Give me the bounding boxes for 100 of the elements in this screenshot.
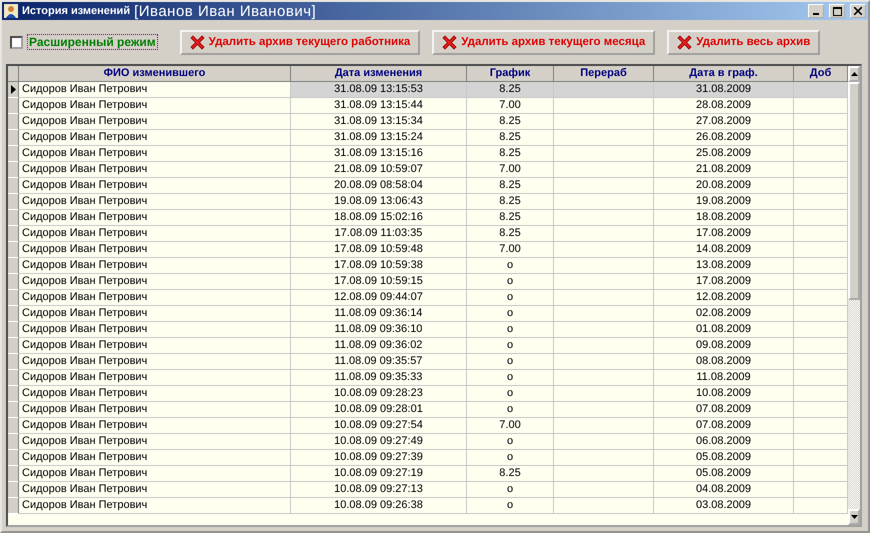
table-cell: 25.08.2009 — [654, 146, 794, 162]
table-cell: 10.08.09 09:27:54 — [291, 418, 467, 434]
table-cell: 13.08.2009 — [654, 258, 794, 274]
table-cell: 10.08.09 09:27:49 — [291, 434, 467, 450]
table-cell: 8.25 — [467, 194, 554, 210]
table-cell: Сидоров Иван Петрович — [19, 290, 291, 306]
up-arrow-icon — [850, 72, 858, 76]
table-cell: Сидоров Иван Петрович — [19, 322, 291, 338]
table-cell: o — [467, 386, 554, 402]
scroll-up-button[interactable] — [848, 66, 860, 82]
table-cell: Сидоров Иван Петрович — [19, 354, 291, 370]
column-header[interactable]: ФИО изменившего — [19, 66, 291, 82]
table-cell: 8.25 — [467, 114, 554, 130]
table-cell: 10.08.2009 — [654, 386, 794, 402]
table-cell: o — [467, 306, 554, 322]
close-button[interactable] — [850, 4, 866, 18]
scroll-down-button[interactable] — [848, 509, 860, 525]
table-cell: 8.25 — [467, 146, 554, 162]
table-cell: Сидоров Иван Петрович — [19, 242, 291, 258]
table-cell: 27.08.2009 — [654, 114, 794, 130]
employee-name: [Иванов Иван Иванович] — [134, 2, 316, 20]
column-header[interactable]: Перераб — [554, 66, 654, 82]
table-cell: 11.08.09 09:35:57 — [291, 354, 467, 370]
table-cell: 06.08.2009 — [654, 434, 794, 450]
down-arrow-icon — [850, 515, 858, 519]
table-cell: 05.08.2009 — [654, 466, 794, 482]
window-title: История изменений — [22, 5, 130, 17]
minimize-button[interactable] — [808, 4, 824, 18]
table-cell: 03.08.2009 — [654, 498, 794, 514]
table-cell: 17.08.2009 — [654, 226, 794, 242]
table-cell: o — [467, 258, 554, 274]
table-cell: 20.08.09 08:58:04 — [291, 178, 467, 194]
table-cell: Сидоров Иван Петрович — [19, 114, 291, 130]
row-indicator[interactable] — [8, 82, 19, 98]
table-cell: 11.08.09 09:36:10 — [291, 322, 467, 338]
table-cell: 31.08.09 13:15:24 — [291, 130, 467, 146]
table-cell: 8.25 — [467, 178, 554, 194]
table-cell: Сидоров Иван Петрович — [19, 450, 291, 466]
table-cell: 01.08.2009 — [654, 322, 794, 338]
column-header[interactable]: Дата изменения — [291, 66, 467, 82]
table-cell: 11.08.09 09:36:14 — [291, 306, 467, 322]
delete-icon — [442, 34, 458, 50]
column-header[interactable]: Дата в граф. — [654, 66, 794, 82]
table-cell: o — [467, 354, 554, 370]
table-cell: Сидоров Иван Петрович — [19, 482, 291, 498]
table-cell: 12.08.2009 — [654, 290, 794, 306]
column-header[interactable]: Доб — [794, 66, 848, 82]
table-cell: 11.08.09 09:36:02 — [291, 338, 467, 354]
table-cell: Сидоров Иван Петрович — [19, 146, 291, 162]
table-cell: 21.08.2009 — [654, 162, 794, 178]
table-cell: 09.08.2009 — [654, 338, 794, 354]
table-cell: 8.25 — [467, 130, 554, 146]
scroll-thumb[interactable] — [848, 82, 860, 300]
maximize-button[interactable] — [829, 4, 845, 18]
scrollbar[interactable] — [848, 66, 860, 525]
table-cell: o — [467, 338, 554, 354]
table-cell: o — [467, 482, 554, 498]
table-cell: o — [467, 370, 554, 386]
table-cell: o — [467, 402, 554, 418]
table-cell: 08.08.2009 — [654, 354, 794, 370]
table-cell: 10.08.09 09:27:13 — [291, 482, 467, 498]
maximize-icon — [832, 6, 842, 16]
current-row-icon — [10, 85, 16, 94]
table-cell: 10.08.09 09:28:01 — [291, 402, 467, 418]
table-cell: Сидоров Иван Петрович — [19, 194, 291, 210]
table-cell: 8.25 — [467, 82, 554, 98]
table-cell: o — [467, 450, 554, 466]
table-cell: Сидоров Иван Петрович — [19, 466, 291, 482]
table-cell: 7.00 — [467, 162, 554, 178]
table-cell: 19.08.2009 — [654, 194, 794, 210]
table-cell: Сидоров Иван Петрович — [19, 274, 291, 290]
table-cell: 14.08.2009 — [654, 242, 794, 258]
delete-icon — [190, 34, 205, 50]
table-cell: Сидоров Иван Петрович — [19, 226, 291, 242]
table-cell: Сидоров Иван Петрович — [19, 162, 291, 178]
table-cell: 7.00 — [467, 418, 554, 434]
table-cell: 8.25 — [467, 226, 554, 242]
table-cell: o — [467, 274, 554, 290]
table-cell: o — [467, 322, 554, 338]
table-cell: 04.08.2009 — [654, 482, 794, 498]
table-cell: 17.08.09 10:59:48 — [291, 242, 467, 258]
table-cell: 8.25 — [467, 210, 554, 226]
table-cell: o — [467, 434, 554, 450]
table-cell: 7.00 — [467, 242, 554, 258]
table-cell: Сидоров Иван Петрович — [19, 434, 291, 450]
table-cell: Сидоров Иван Петрович — [19, 258, 291, 274]
table-cell: 11.08.2009 — [654, 370, 794, 386]
table-cell: 12.08.09 09:44:07 — [291, 290, 467, 306]
checkbox[interactable] — [10, 36, 23, 48]
column-header[interactable]: График — [467, 66, 554, 82]
table-cell: 07.08.2009 — [654, 402, 794, 418]
table-cell: Сидоров Иван Петрович — [19, 418, 291, 434]
table-cell: Сидоров Иван Петрович — [19, 498, 291, 514]
table-cell: Сидоров Иван Петрович — [19, 82, 291, 98]
table-cell: 20.08.2009 — [654, 178, 794, 194]
table-cell: Сидоров Иван Петрович — [19, 370, 291, 386]
table-cell: Сидоров Иван Петрович — [19, 386, 291, 402]
table-cell: 10.08.09 09:27:39 — [291, 450, 467, 466]
table-cell: 8.25 — [467, 466, 554, 482]
delete-icon — [677, 34, 692, 50]
